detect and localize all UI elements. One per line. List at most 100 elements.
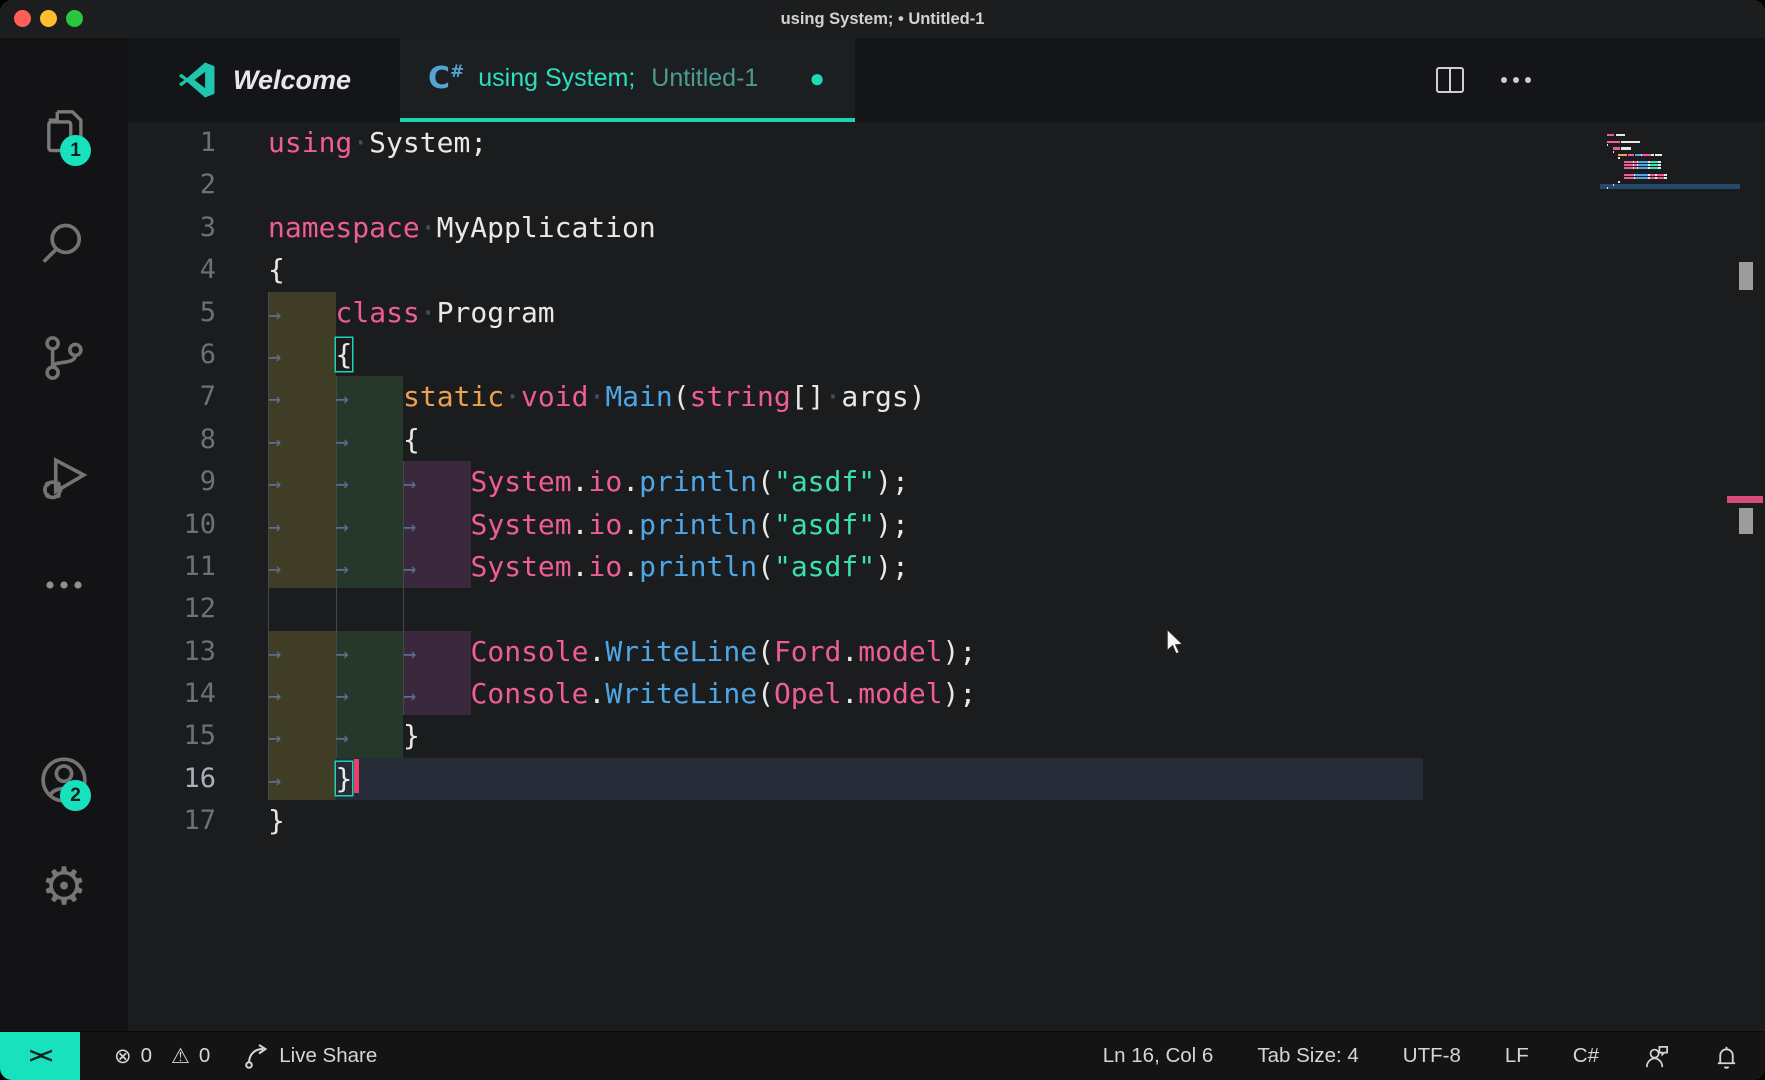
code-token: . [572, 550, 589, 583]
line-number: 16 [128, 758, 268, 800]
code-token: ( [757, 635, 774, 668]
code-line-16[interactable]: 16→} [128, 758, 1765, 800]
code-token: ( [757, 677, 774, 710]
line-number: 4 [128, 249, 268, 291]
code-token: . [841, 635, 858, 668]
code-line-14[interactable]: 14→→→Console.WriteLine(Opel.model); [128, 673, 1765, 715]
code-token: } [268, 804, 285, 837]
code-token: namespace [268, 211, 420, 244]
line-number: 8 [128, 419, 268, 461]
code-line-12[interactable]: 12 [128, 588, 1765, 630]
code-line-1[interactable]: 1using·System; [128, 122, 1765, 164]
more-actions-icon[interactable] [1499, 74, 1533, 86]
notifications-bell-icon[interactable] [1714, 1043, 1739, 1070]
tab-whitespace-arrow: → [336, 634, 404, 676]
code-token: ); [875, 465, 909, 498]
code-token: ); [875, 550, 909, 583]
code-token: ); [943, 677, 977, 710]
tab-whitespace-arrow: → [268, 337, 336, 379]
tab-whitespace-arrow: → [268, 549, 336, 591]
encoding[interactable]: UTF-8 [1403, 1044, 1461, 1068]
code-line-4[interactable]: 4{ [128, 249, 1765, 291]
sidebar-item-run-debug[interactable] [0, 447, 128, 508]
remote-icon: >< [29, 1043, 51, 1069]
eol-indicator[interactable]: LF [1505, 1044, 1529, 1068]
status-bar: >< ⊗ 0 ⚠ 0 Live Share Ln 16, C [0, 1031, 1765, 1080]
code-line-15[interactable]: 15→→} [128, 715, 1765, 757]
live-share-label: Live Share [279, 1044, 377, 1068]
overview-ruler-marker[interactable] [1739, 508, 1753, 534]
code-line-8[interactable]: 8→→{ [128, 419, 1765, 461]
code-token: · [588, 380, 605, 413]
sidebar-item-search[interactable] [0, 217, 128, 276]
tab-whitespace-arrow: → [403, 507, 471, 549]
problems-indicator[interactable]: ⊗ 0 ⚠ 0 [114, 1044, 210, 1069]
code-token: · [504, 380, 521, 413]
language-mode[interactable]: C# [1573, 1044, 1599, 1068]
vscode-window: using System; • Untitled-1 1 [0, 0, 1765, 1080]
code-line-9[interactable]: 9→→→System.io.println("asdf"); [128, 461, 1765, 503]
code-token: args) [841, 380, 925, 413]
code-token: System [471, 465, 572, 498]
minimap-line [1607, 187, 1737, 190]
code-line-13[interactable]: 13→→→Console.WriteLine(Ford.model); [128, 631, 1765, 673]
code-token: System; [369, 126, 487, 159]
line-content: using·System; [268, 122, 487, 164]
error-icon: ⊗ [114, 1044, 132, 1069]
tab-whitespace-arrow: → [268, 676, 336, 718]
line-content: →→} [268, 715, 420, 757]
line-number: 1 [128, 122, 268, 164]
tab-whitespace-arrow: → [268, 464, 336, 506]
code-token: class [336, 296, 420, 329]
cursor-position[interactable]: Ln 16, Col 6 [1103, 1044, 1214, 1068]
modified-dot-icon[interactable]: ● [809, 63, 825, 94]
code-line-2[interactable]: 2 [128, 164, 1765, 206]
search-icon [37, 217, 91, 271]
overview-ruler-marker[interactable] [1739, 262, 1753, 290]
code-token: . [572, 508, 589, 541]
minimap[interactable] [1607, 134, 1737, 191]
line-content: →→→Console.WriteLine(Opel.model); [268, 673, 976, 715]
code-line-17[interactable]: 17} [128, 800, 1765, 842]
tab-whitespace-arrow: → [268, 718, 336, 760]
line-content: →→→Console.WriteLine(Ford.model); [268, 631, 976, 673]
code-token: WriteLine [605, 677, 757, 710]
sidebar-item-more-views[interactable] [0, 567, 128, 608]
sidebar-item-explorer[interactable]: 1 [0, 105, 128, 164]
sidebar-item-accounts[interactable]: 2 [0, 751, 128, 814]
code-token: using [268, 126, 352, 159]
code-token: } [403, 719, 420, 752]
code-token: . [589, 635, 606, 668]
code-token: . [841, 677, 858, 710]
code-token: println [639, 508, 757, 541]
run-debug-icon [36, 447, 92, 503]
code-line-5[interactable]: 5→class·Program [128, 292, 1765, 334]
code-line-6[interactable]: 6→{ [128, 334, 1765, 376]
code-line-7[interactable]: 7→→static·void·Main(string[]·args) [128, 376, 1765, 418]
explorer-badge: 1 [60, 135, 91, 166]
code-editor[interactable]: 1using·System;23namespace·MyApplication4… [128, 122, 1765, 1032]
code-token: ( [673, 380, 690, 413]
tab-using-system[interactable]: C# using System; Untitled-1 ● [400, 38, 855, 122]
code-line-11[interactable]: 11→→→System.io.println("asdf"); [128, 546, 1765, 588]
sidebar-item-source-control[interactable] [0, 332, 128, 389]
tab-size[interactable]: Tab Size: 4 [1257, 1044, 1358, 1068]
code-token: · [420, 211, 437, 244]
live-share-button[interactable]: Live Share [244, 1043, 377, 1069]
line-content: } [268, 800, 285, 842]
code-line-10[interactable]: 10→→→System.io.println("asdf"); [128, 504, 1765, 546]
feedback-icon[interactable] [1643, 1043, 1670, 1070]
tab-whitespace-arrow: → [403, 676, 471, 718]
sidebar-item-settings[interactable]: ⚙ [0, 861, 128, 913]
line-content: →→static·void·Main(string[]·args) [268, 376, 926, 418]
tab-whitespace-arrow: → [403, 634, 471, 676]
code-token: io [589, 465, 623, 498]
tab-welcome[interactable]: Welcome [128, 38, 400, 122]
remote-indicator[interactable]: >< [0, 1032, 80, 1080]
split-editor-icon[interactable] [1435, 66, 1465, 94]
line-content: →→{ [268, 419, 420, 461]
line-number: 2 [128, 164, 268, 206]
tab-whitespace-arrow: → [268, 295, 336, 337]
code-token: MyApplication [437, 211, 656, 244]
code-line-3[interactable]: 3namespace·MyApplication [128, 207, 1765, 249]
